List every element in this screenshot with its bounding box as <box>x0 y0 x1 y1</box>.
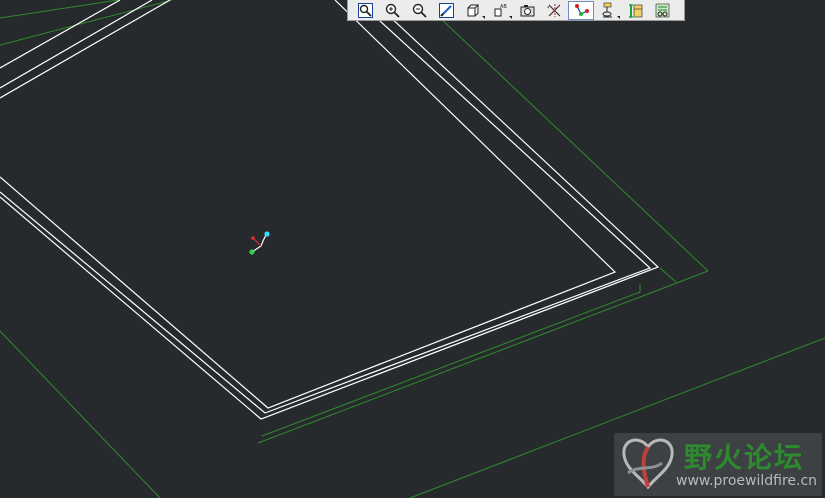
datum-planes-icon: * <box>547 3 560 17</box>
display-style-button[interactable] <box>460 1 486 20</box>
dropdown-arrow-icon <box>617 15 620 19</box>
annotations-icon <box>655 3 669 17</box>
zoom-out-icon <box>412 3 427 18</box>
coordinate-triad <box>249 231 270 255</box>
repaint-button[interactable] <box>433 1 459 20</box>
zoom-out-button[interactable] <box>406 1 432 20</box>
repaint-icon <box>438 2 454 18</box>
datum-points-icon <box>602 2 612 17</box>
refit-icon <box>357 2 373 18</box>
dropdown-arrow-icon <box>509 15 512 19</box>
saved-views-icon: AB <box>494 4 507 16</box>
annotations-button[interactable] <box>649 1 675 20</box>
datum-planes-button[interactable]: * <box>541 1 567 20</box>
datum-points-button[interactable] <box>595 1 621 20</box>
datum-axes-button[interactable] <box>568 0 594 20</box>
forum-watermark: 野火论坛 www.proewildfire.cn <box>614 433 822 496</box>
coordinate-systems-icon <box>628 3 642 18</box>
refit-button[interactable] <box>352 1 378 20</box>
view-manager-icon <box>520 4 534 16</box>
display-style-icon <box>467 4 479 16</box>
model-viewport[interactable] <box>0 0 825 498</box>
forum-logo <box>622 438 674 490</box>
dropdown-arrow-icon <box>482 15 485 19</box>
svg-text:*: * <box>547 6 550 12</box>
saved-views-button[interactable]: AB <box>487 1 513 20</box>
view-manager-button[interactable] <box>514 1 540 20</box>
white-model-edges <box>0 0 660 420</box>
watermark-url: www.proewildfire.cn <box>676 473 818 489</box>
svg-text:AB: AB <box>500 4 507 10</box>
zoom-in-icon <box>385 3 400 18</box>
zoom-in-button[interactable] <box>379 1 405 20</box>
coordinate-systems-button[interactable] <box>622 1 648 20</box>
watermark-title: 野火论坛 <box>684 441 805 474</box>
datum-axes-icon <box>574 3 589 16</box>
view-toolbar: AB * <box>347 0 685 21</box>
